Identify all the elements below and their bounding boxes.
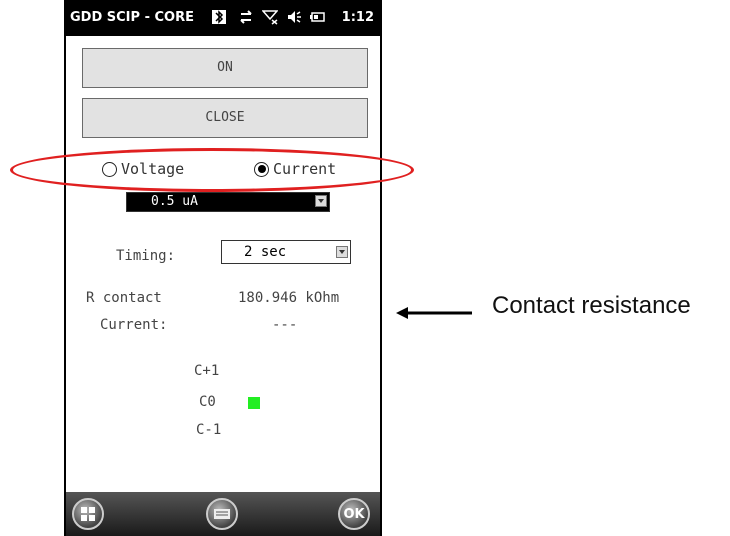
keyboard-icon (214, 509, 230, 519)
windows-logo-icon (81, 507, 95, 521)
channel-c-plus1-label: C+1 (194, 363, 220, 379)
r-contact-value: 180.946 kOhm (238, 290, 340, 306)
r-contact-label: R contact (86, 290, 162, 306)
status-bar: GDD SCIP - CORE 1:12 (66, 0, 380, 36)
app-title: GDD SCIP - CORE (70, 10, 194, 25)
channel-c-minus1-label: C-1 (196, 422, 222, 438)
current-range-select[interactable]: 0.5 uA (126, 192, 330, 212)
clock: 1:12 (341, 10, 374, 25)
sync-icon (240, 10, 252, 24)
bottom-bar: OK (66, 492, 380, 536)
arrow-left-icon (396, 307, 472, 319)
timing-value: 2 sec (244, 244, 287, 260)
timing-select[interactable]: 2 sec (221, 240, 351, 264)
highlight-oval (10, 148, 414, 192)
no-signal-icon (262, 10, 278, 25)
dropdown-arrow-icon (336, 246, 348, 258)
timing-label: Timing: (116, 248, 176, 264)
close-button[interactable]: CLOSE (82, 98, 368, 138)
bluetooth-icon (212, 10, 226, 24)
keyboard-button[interactable] (206, 498, 238, 530)
channel-c0-label: C0 (199, 394, 216, 410)
windows-start-button[interactable] (72, 498, 104, 530)
battery-icon (310, 12, 325, 22)
annotation-label: Contact resistance (492, 292, 691, 319)
dropdown-arrow-icon (315, 195, 327, 207)
current-range-value: 0.5 uA (151, 194, 198, 209)
on-button[interactable]: ON (82, 48, 368, 88)
current-reading-label: Current: (100, 317, 168, 333)
volume-icon (288, 11, 301, 23)
phone-screen: GDD SCIP - CORE 1:12 ON CLOSE Voltage Cu… (10, 0, 414, 536)
ok-button[interactable]: OK (338, 498, 370, 530)
channel-c0-indicator (248, 397, 260, 409)
current-reading-value: --- (272, 317, 298, 333)
